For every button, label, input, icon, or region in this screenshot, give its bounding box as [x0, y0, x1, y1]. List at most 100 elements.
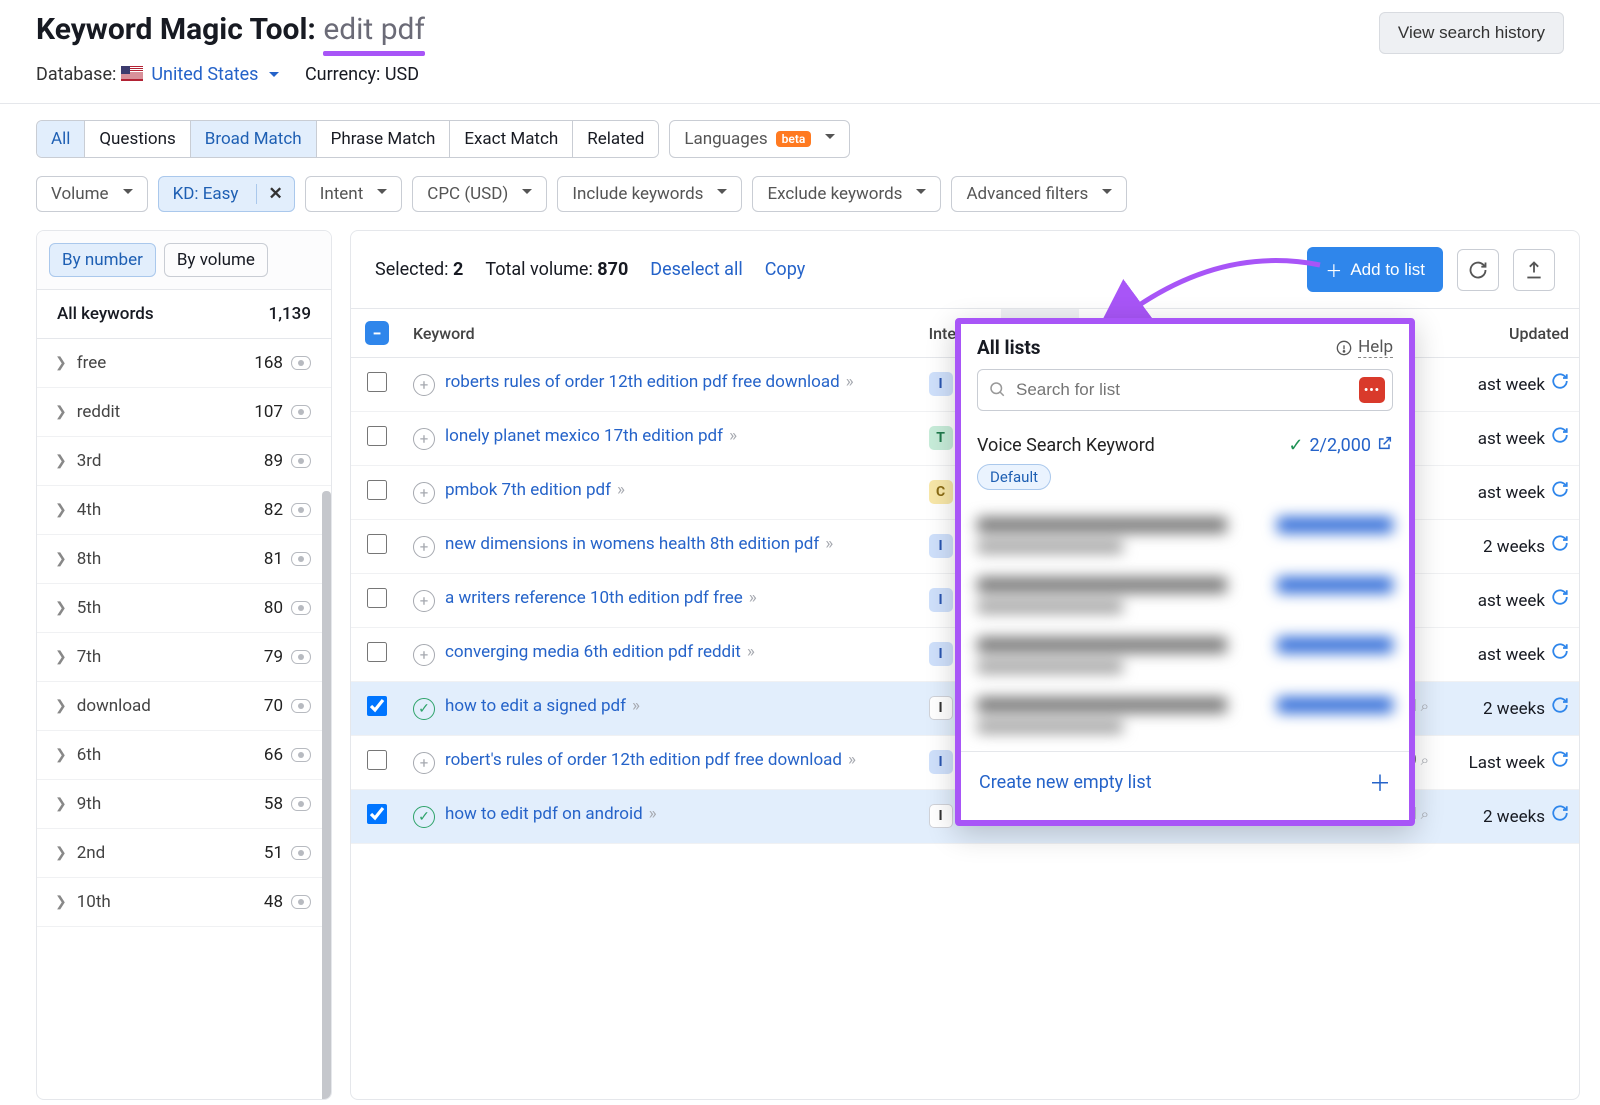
match-all[interactable]: All: [37, 121, 85, 157]
refresh-icon[interactable]: [1551, 534, 1569, 557]
keyword-link[interactable]: converging media 6th edition pdf reddit: [445, 642, 741, 662]
intent-filter[interactable]: Intent: [305, 176, 403, 212]
keyword-link[interactable]: how to edit a signed pdf: [445, 696, 626, 716]
eye-icon[interactable]: [291, 405, 311, 419]
refresh-icon[interactable]: [1551, 642, 1569, 665]
keyword-link[interactable]: lonely planet mexico 17th edition pdf: [445, 426, 723, 446]
expand-icon[interactable]: »: [749, 588, 757, 608]
refresh-icon[interactable]: [1551, 804, 1569, 827]
refresh-icon[interactable]: [1551, 372, 1569, 395]
plus-icon[interactable]: ＋: [1369, 766, 1391, 798]
expand-icon[interactable]: »: [846, 372, 854, 392]
row-checkbox[interactable]: [367, 642, 387, 662]
add-icon[interactable]: +: [413, 374, 435, 396]
database-field[interactable]: Database: United States: [36, 64, 279, 85]
tab-by-number[interactable]: By number: [49, 243, 156, 277]
eye-icon[interactable]: [291, 650, 311, 664]
keyword-link[interactable]: how to edit pdf on android: [445, 804, 643, 824]
row-checkbox[interactable]: [367, 372, 387, 392]
search-list-input[interactable]: [977, 369, 1393, 411]
match-broad-match[interactable]: Broad Match: [191, 121, 317, 157]
row-checkbox[interactable]: [367, 426, 387, 446]
help-link[interactable]: Help: [1336, 337, 1393, 358]
expand-icon[interactable]: »: [617, 480, 625, 500]
row-checkbox[interactable]: [367, 534, 387, 554]
add-icon[interactable]: +: [413, 644, 435, 666]
keyword-link[interactable]: robert's rules of order 12th edition pdf…: [445, 750, 842, 770]
keyword-link[interactable]: pmbok 7th edition pdf: [445, 480, 611, 500]
sidebar-item-9th[interactable]: ❯9th58: [37, 780, 331, 829]
sidebar-item-10th[interactable]: ❯10th48: [37, 878, 331, 927]
volume-filter[interactable]: Volume: [36, 176, 148, 212]
keyword-link[interactable]: a writers reference 10th edition pdf fre…: [445, 588, 743, 608]
refresh-icon[interactable]: [1551, 750, 1569, 773]
match-related[interactable]: Related: [573, 121, 658, 157]
select-all-checkbox[interactable]: −: [365, 321, 389, 345]
added-icon[interactable]: ✓: [413, 806, 435, 828]
match-phrase-match[interactable]: Phrase Match: [317, 121, 451, 157]
refresh-icon[interactable]: [1551, 588, 1569, 611]
expand-icon[interactable]: »: [729, 426, 737, 446]
keyword-link[interactable]: roberts rules of order 12th edition pdf …: [445, 372, 840, 392]
expand-icon[interactable]: »: [848, 750, 856, 770]
added-icon[interactable]: ✓: [413, 698, 435, 720]
cpc-filter[interactable]: CPC (USD): [412, 176, 547, 212]
col-keyword[interactable]: Keyword: [403, 309, 919, 358]
expand-icon[interactable]: »: [825, 534, 833, 554]
row-checkbox[interactable]: [367, 480, 387, 500]
match-exact-match[interactable]: Exact Match: [450, 121, 573, 157]
sidebar-item-7th[interactable]: ❯7th79: [37, 633, 331, 682]
row-checkbox[interactable]: [367, 588, 387, 608]
sidebar-item-4th[interactable]: ❯4th82: [37, 486, 331, 535]
sidebar-item-5th[interactable]: ❯5th80: [37, 584, 331, 633]
export-button[interactable]: [1513, 249, 1555, 291]
match-questions[interactable]: Questions: [85, 121, 190, 157]
languages-filter[interactable]: Languages beta: [669, 120, 850, 158]
eye-icon[interactable]: [291, 552, 311, 566]
deselect-all-link[interactable]: Deselect all: [650, 259, 742, 280]
create-list-link[interactable]: Create new empty list: [979, 772, 1152, 793]
eye-icon[interactable]: [291, 503, 311, 517]
expand-icon[interactable]: »: [747, 642, 755, 662]
add-icon[interactable]: +: [413, 752, 435, 774]
sidebar-item-8th[interactable]: ❯8th81: [37, 535, 331, 584]
eye-icon[interactable]: [291, 454, 311, 468]
refresh-button[interactable]: [1457, 249, 1499, 291]
refresh-icon[interactable]: [1551, 426, 1569, 449]
list-item[interactable]: Voice Search Keyword ✓ 2/2,000 Default: [977, 423, 1393, 505]
col-updated[interactable]: Updated: [1439, 309, 1579, 358]
eye-icon[interactable]: [291, 748, 311, 762]
row-checkbox[interactable]: [367, 750, 387, 770]
row-checkbox[interactable]: [367, 696, 387, 716]
exclude-filter[interactable]: Exclude keywords: [752, 176, 941, 212]
refresh-icon[interactable]: [1551, 696, 1569, 719]
sidebar-item-reddit[interactable]: ❯reddit107: [37, 388, 331, 437]
sidebar-item-6th[interactable]: ❯6th66: [37, 731, 331, 780]
include-filter[interactable]: Include keywords: [557, 176, 742, 212]
sidebar-item-3rd[interactable]: ❯3rd89: [37, 437, 331, 486]
sidebar-item-2nd[interactable]: ❯2nd51: [37, 829, 331, 878]
keyword-link[interactable]: new dimensions in womens health 8th edit…: [445, 534, 819, 554]
sidebar-scrollbar[interactable]: [322, 491, 331, 1100]
refresh-icon[interactable]: [1551, 480, 1569, 503]
add-icon[interactable]: +: [413, 536, 435, 558]
advanced-filter[interactable]: Advanced filters: [951, 176, 1127, 212]
eye-icon[interactable]: [291, 797, 311, 811]
row-checkbox[interactable]: [367, 804, 387, 824]
sidebar-item-download[interactable]: ❯download70: [37, 682, 331, 731]
expand-icon[interactable]: »: [649, 804, 657, 824]
eye-icon[interactable]: [291, 846, 311, 860]
add-icon[interactable]: +: [413, 482, 435, 504]
add-icon[interactable]: +: [413, 590, 435, 612]
eye-icon[interactable]: [291, 601, 311, 615]
kd-filter[interactable]: KD: Easy✕: [158, 176, 295, 212]
tab-by-volume[interactable]: By volume: [164, 243, 268, 277]
close-icon[interactable]: ✕: [256, 184, 293, 204]
sidebar-item-free[interactable]: ❯free168: [37, 339, 331, 388]
eye-icon[interactable]: [291, 356, 311, 370]
view-history-button[interactable]: View search history: [1379, 12, 1564, 54]
eye-icon[interactable]: [291, 699, 311, 713]
copy-link[interactable]: Copy: [765, 259, 806, 280]
eye-icon[interactable]: [291, 895, 311, 909]
expand-icon[interactable]: »: [632, 696, 640, 716]
